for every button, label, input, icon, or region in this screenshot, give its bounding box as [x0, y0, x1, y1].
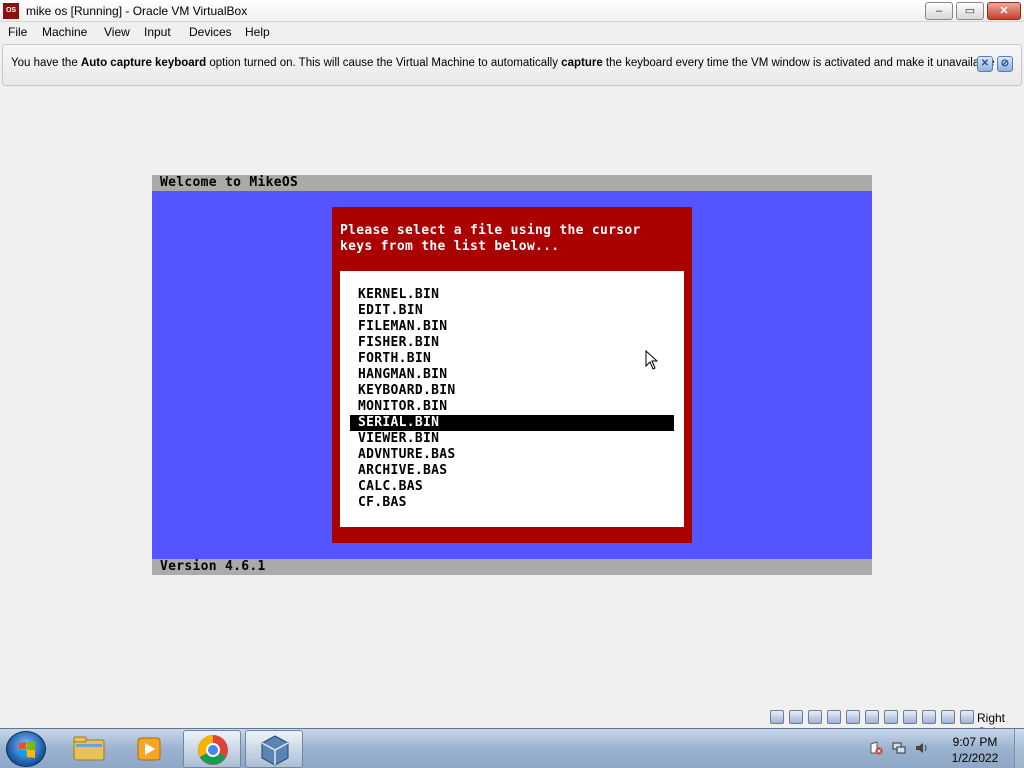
start-button[interactable] — [6, 731, 46, 767]
volume-icon[interactable] — [915, 741, 929, 755]
menu-view[interactable]: View — [104, 25, 130, 39]
vm-status-bar: Right Ctrl — [0, 708, 1024, 739]
mouse-cursor-icon — [645, 350, 659, 370]
chrome-icon — [198, 735, 228, 765]
media-player-icon — [137, 737, 161, 761]
taskbar-chrome[interactable] — [183, 730, 241, 768]
file-item[interactable]: FILEMAN.BIN — [350, 319, 674, 335]
taskbar-file-explorer[interactable] — [60, 730, 118, 768]
file-item[interactable]: KERNEL.BIN — [350, 287, 674, 303]
file-explorer-icon — [73, 736, 105, 761]
file-item[interactable]: CF.BAS — [350, 495, 674, 511]
info-text-part: You have the — [11, 57, 81, 69]
keyboard-capture-icon[interactable] — [960, 710, 974, 724]
network-icon[interactable] — [846, 710, 860, 724]
mikeos-footer-bar: Version 4.6.1 — [152, 559, 872, 575]
info-do-not-show-icon[interactable]: ⊘ — [997, 56, 1013, 72]
action-center-icon[interactable] — [869, 741, 883, 755]
menu-input[interactable]: Input — [144, 25, 171, 39]
prompt-line: Please select a file using the cursor — [340, 223, 641, 238]
mikeos-version-text: Version 4.6.1 — [160, 559, 266, 574]
file-list[interactable]: KERNEL.BIN EDIT.BIN FILEMAN.BIN FISHER.BIN F… — [340, 271, 684, 527]
file-item[interactable]: KEYBOARD.BIN — [350, 383, 674, 399]
file-item[interactable]: HANGMAN.BIN — [350, 367, 674, 383]
menu-bar: File Machine View Input Devices Help — [0, 22, 1024, 42]
file-item[interactable]: MONITOR.BIN — [350, 399, 674, 415]
clock-date[interactable]: 1/2/2022 — [940, 751, 1010, 765]
virtualbox-app-icon: OS — [3, 3, 19, 19]
title-bar[interactable]: OS mike os [Running] - Oracle VM Virtual… — [0, 0, 1024, 22]
taskbar: 9:07 PM 1/2/2022 — [0, 728, 1024, 768]
mikeos-welcome-text: Welcome to MikeOS — [160, 175, 299, 190]
menu-file[interactable]: File — [8, 25, 27, 39]
dialog-prompt: Please select a file using the cursor ke… — [340, 223, 641, 255]
recording-icon[interactable] — [903, 710, 917, 724]
menu-devices[interactable]: Devices — [189, 25, 232, 39]
show-desktop-button[interactable] — [1014, 729, 1024, 768]
taskbar-media-player[interactable] — [120, 730, 178, 768]
maximize-button[interactable]: ▭ — [956, 2, 984, 20]
file-item[interactable]: EDIT.BIN — [350, 303, 674, 319]
menu-help[interactable]: Help — [245, 25, 270, 39]
mikeos-header-bar: Welcome to MikeOS — [152, 175, 872, 191]
cpu-icon[interactable] — [922, 710, 936, 724]
file-item[interactable]: FORTH.BIN — [350, 351, 674, 367]
file-item[interactable]: ADVNTURE.BAS — [350, 447, 674, 463]
auto-capture-info-bar: You have the Auto capture keyboard optio… — [2, 44, 1022, 86]
info-close-icon[interactable]: ✕ — [977, 56, 993, 72]
file-item[interactable]: FISHER.BIN — [350, 335, 674, 351]
hard-disk-icon[interactable] — [770, 710, 784, 724]
file-select-dialog: Please select a file using the cursor ke… — [332, 207, 692, 543]
file-item[interactable]: ARCHIVE.BAS — [350, 463, 674, 479]
system-tray — [865, 741, 935, 757]
optical-drive-icon[interactable] — [789, 710, 803, 724]
file-item[interactable]: CALC.BAS — [350, 479, 674, 495]
usb-icon[interactable] — [827, 710, 841, 724]
minimize-button[interactable]: – — [925, 2, 953, 20]
shared-folder-icon[interactable] — [865, 710, 879, 724]
taskbar-virtualbox[interactable] — [245, 730, 303, 768]
floppy-icon[interactable] — [808, 710, 822, 724]
display-icon[interactable] — [884, 710, 898, 724]
prompt-line: keys from the list below... — [340, 239, 560, 254]
network-tray-icon[interactable] — [892, 741, 906, 755]
windows-logo-icon — [19, 741, 35, 758]
clock-time[interactable]: 9:07 PM — [940, 735, 1010, 749]
file-item-selected[interactable]: SERIAL.BIN — [350, 415, 674, 431]
mouse-integration-icon[interactable] — [941, 710, 955, 724]
close-button[interactable]: ✕ — [987, 2, 1021, 20]
info-text-bold: capture — [561, 57, 603, 69]
info-text-part: the keyboard every time the VM window is… — [602, 57, 1008, 69]
file-item[interactable]: VIEWER.BIN — [350, 431, 674, 447]
menu-machine[interactable]: Machine — [42, 25, 87, 39]
vm-display[interactable]: Welcome to MikeOS Please select a file u… — [152, 175, 872, 575]
info-text-bold: Auto capture keyboard — [80, 57, 207, 69]
virtualbox-icon — [261, 735, 289, 766]
window-title: mike os [Running] - Oracle VM VirtualBox — [26, 4, 248, 18]
info-text-part: option turned on. This will cause the Vi… — [206, 57, 562, 69]
auto-capture-message: You have the Auto capture keyboard optio… — [11, 57, 1007, 69]
